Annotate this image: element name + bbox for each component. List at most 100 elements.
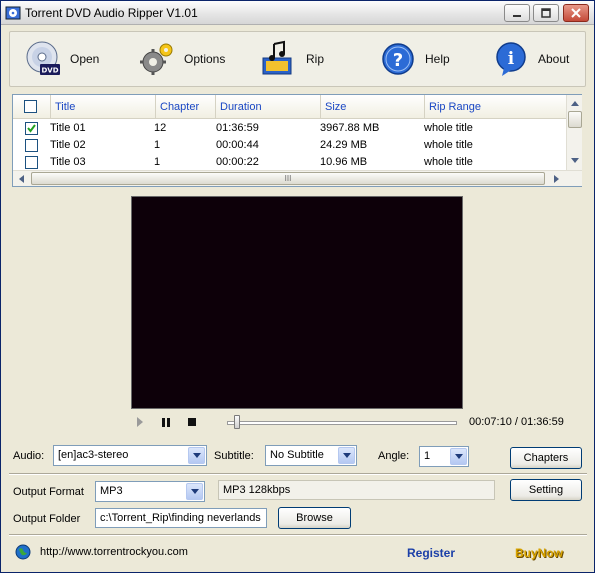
setting-button[interactable]: Setting <box>510 479 582 501</box>
subtitle-dropdown-button[interactable] <box>338 447 355 464</box>
rip-button[interactable]: Rip <box>260 38 324 80</box>
titles-list[interactable]: Title Chapter Duration Size Rip Range Ti… <box>12 94 582 187</box>
angle-select-value: 1 <box>424 450 431 462</box>
scroll-down-button[interactable] <box>567 153 583 169</box>
column-header-size[interactable]: Size <box>321 95 425 119</box>
help-button[interactable]: ? Help <box>379 38 450 80</box>
playback-controls: 00:07:10 / 01:36:59 <box>131 412 581 434</box>
vertical-scrollbar[interactable] <box>566 95 582 170</box>
rip-label: Rip <box>306 52 325 66</box>
output-format-select[interactable]: MP3 <box>95 481 205 502</box>
about-button[interactable]: i About <box>492 38 569 80</box>
table-row[interactable]: Title 02 1 00:00:44 24.29 MB whole title <box>13 137 566 154</box>
row-checkbox[interactable] <box>25 139 38 152</box>
toolbar: DVD Open Options Rip ? Help i About <box>9 31 586 87</box>
checkmark-icon <box>27 124 36 133</box>
time-display: 00:07:10 / 01:36:59 <box>469 416 564 428</box>
cell-chapter: 1 <box>154 156 161 168</box>
table-row[interactable]: Title 03 1 00:00:22 10.96 MB whole title <box>13 154 566 171</box>
pause-button[interactable] <box>159 415 173 429</box>
vertical-scroll-thumb[interactable] <box>568 111 582 128</box>
output-folder-label: Output Folder <box>13 513 81 525</box>
format-description: MP3 128kbps <box>223 484 291 496</box>
register-button[interactable]: Register <box>407 546 455 560</box>
chevron-down-icon <box>342 453 351 458</box>
seek-bar[interactable] <box>227 421 457 425</box>
output-folder-input[interactable]: c:\Torrent_Rip\finding neverlands <box>95 508 267 528</box>
minimize-button[interactable] <box>504 4 530 22</box>
cell-rip-range: whole title <box>424 122 473 134</box>
seek-slider-thumb[interactable] <box>234 415 241 429</box>
cell-size: 24.29 MB <box>320 139 368 151</box>
cell-duration: 00:00:22 <box>216 156 259 168</box>
about-label: About <box>538 52 570 66</box>
play-button[interactable] <box>133 415 147 429</box>
options-button[interactable]: Options <box>138 38 225 80</box>
arrow-down-icon <box>571 158 579 163</box>
scroll-right-button[interactable] <box>549 171 565 187</box>
globe-icon <box>15 544 31 560</box>
audio-select-value: [en]ac3-stereo <box>58 449 129 461</box>
angle-label: Angle: <box>378 450 410 462</box>
arrow-up-icon <box>571 101 579 106</box>
close-icon <box>571 8 581 18</box>
subtitle-label: Subtitle: <box>214 450 254 462</box>
close-button[interactable] <box>563 4 589 22</box>
horizontal-scrollbar[interactable]: III <box>13 170 582 186</box>
play-icon <box>137 417 143 427</box>
stop-icon <box>188 418 196 426</box>
app-icon <box>5 6 21 20</box>
maximize-button[interactable] <box>533 4 559 22</box>
gears-icon <box>140 43 173 75</box>
website-link[interactable]: http://www.torrentrockyou.com <box>40 546 188 558</box>
svg-text:i: i <box>508 49 515 69</box>
cell-chapter: 1 <box>154 139 161 151</box>
cell-rip-range: whole title <box>424 139 473 151</box>
audio-label: Audio: <box>13 450 45 462</box>
open-label: Open <box>70 52 100 66</box>
column-header-rip-range[interactable]: Rip Range <box>425 95 566 119</box>
help-label: Help <box>425 52 450 66</box>
cell-size: 3967.88 MB <box>320 122 380 134</box>
video-preview <box>131 196 463 409</box>
rip-music-icon <box>262 40 292 75</box>
angle-select[interactable]: 1 <box>419 446 469 467</box>
list-header: Title Chapter Duration Size Rip Range <box>13 95 566 119</box>
cell-chapter: 12 <box>154 122 167 134</box>
chevron-down-icon <box>454 454 463 459</box>
row-checkbox[interactable] <box>25 156 38 169</box>
output-format-value: MP3 <box>100 485 123 497</box>
column-header-chapter[interactable]: Chapter <box>156 95 216 119</box>
angle-dropdown-button[interactable] <box>450 448 467 465</box>
select-all-header[interactable] <box>13 95 51 119</box>
cell-title: Title 02 <box>50 139 86 151</box>
horizontal-scroll-thumb[interactable]: III <box>31 172 545 185</box>
svg-text:DVD: DVD <box>41 67 58 75</box>
subtitle-select[interactable]: No Subtitle <box>265 445 357 466</box>
format-description-field: MP3 128kbps <box>218 480 495 500</box>
column-header-duration[interactable]: Duration <box>216 95 321 119</box>
svg-text:?: ? <box>393 50 403 71</box>
stop-button[interactable] <box>185 415 199 429</box>
arrow-right-icon <box>554 175 559 183</box>
row-checkbox[interactable] <box>25 122 38 135</box>
browse-button[interactable]: Browse <box>278 507 351 529</box>
output-format-dropdown-button[interactable] <box>186 483 203 500</box>
app-window: Torrent DVD Audio Ripper V1.01 DVD Open <box>0 0 595 573</box>
column-header-title[interactable]: Title <box>51 95 156 119</box>
options-label: Options <box>184 52 226 66</box>
scroll-up-button[interactable] <box>567 95 583 111</box>
info-icon: i <box>496 42 526 76</box>
cell-duration: 00:00:44 <box>216 139 259 151</box>
scroll-left-button[interactable] <box>13 171 29 187</box>
buynow-button[interactable]: BuyNow <box>515 546 563 560</box>
audio-dropdown-button[interactable] <box>188 447 205 464</box>
open-button[interactable]: DVD Open <box>24 38 99 80</box>
audio-select[interactable]: [en]ac3-stereo <box>53 445 207 466</box>
chapters-button[interactable]: Chapters <box>510 447 582 469</box>
chevron-down-icon <box>192 453 201 458</box>
select-all-checkbox[interactable] <box>24 100 37 113</box>
minimize-icon <box>513 15 521 17</box>
table-row[interactable]: Title 01 12 01:36:59 3967.88 MB whole ti… <box>13 120 566 137</box>
window-title: Torrent DVD Audio Ripper V1.01 <box>25 6 198 20</box>
